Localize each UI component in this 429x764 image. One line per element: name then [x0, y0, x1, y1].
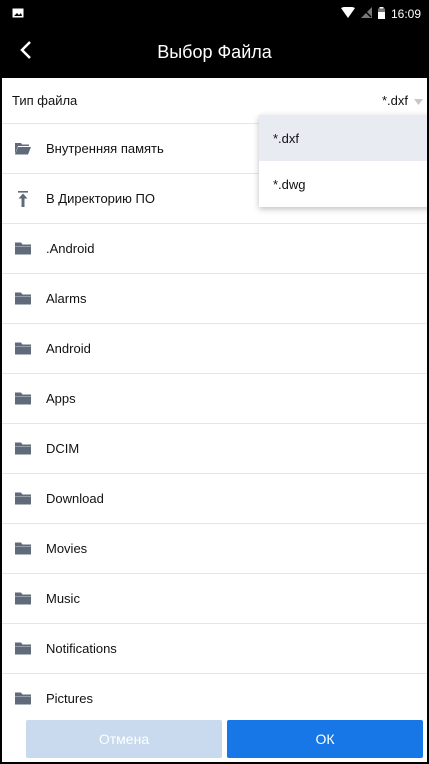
folder-icon	[14, 340, 32, 358]
list-item-label: Movies	[46, 541, 88, 556]
list-item-label: Apps	[46, 391, 76, 406]
folder-icon	[14, 290, 32, 308]
list-item-label: В Директорию ПО	[46, 191, 155, 206]
caret-down-icon	[414, 93, 423, 108]
status-right: 16:09	[340, 6, 421, 22]
upload-to-top-icon	[14, 190, 32, 208]
list-item-folder[interactable]: .Android	[2, 224, 427, 274]
app-bar: Выбор Файла	[2, 26, 427, 78]
list-item-folder[interactable]: Pictures	[2, 674, 427, 724]
list-item-folder[interactable]: DCIM	[2, 424, 427, 474]
ok-button[interactable]: ОК	[227, 720, 423, 758]
back-button[interactable]	[2, 26, 50, 78]
file-type-select[interactable]: *.dxf	[382, 93, 423, 108]
list-item-label: Notifications	[46, 641, 117, 656]
folder-icon	[14, 440, 32, 458]
dropdown-option-dwg[interactable]: *.dwg	[259, 161, 427, 207]
folder-icon	[14, 390, 32, 408]
list-item-folder[interactable]: Music	[2, 574, 427, 624]
list-item-label: Pictures	[46, 691, 93, 706]
list-item-label: DCIM	[46, 441, 80, 456]
list-item-folder[interactable]: Android	[2, 324, 427, 374]
cancel-button[interactable]: Отмена	[26, 720, 222, 758]
list-item-folder[interactable]: Download	[2, 474, 427, 524]
list-item-folder[interactable]: Movies	[2, 524, 427, 574]
list-item-label: Alarms	[46, 291, 87, 306]
page-title: Выбор Файла	[157, 41, 272, 62]
list-item-folder[interactable]: Apps	[2, 374, 427, 424]
list-item-label: Download	[46, 491, 104, 506]
notification-image-icon	[12, 7, 24, 21]
wifi-icon	[340, 6, 355, 21]
app-frame: 16:09 Выбор Файла Тип файла *.dxf Внутре…	[0, 0, 429, 764]
no-sim-icon	[360, 7, 372, 21]
file-type-value: *.dxf	[381, 93, 408, 108]
list-item-label: .Android	[46, 241, 95, 256]
status-bar: 16:09	[2, 2, 427, 26]
list-item-label: Внутренняя память	[46, 141, 164, 156]
clock-time: 16:09	[390, 7, 421, 21]
list-item-label: Music	[46, 591, 80, 606]
chevron-left-icon	[20, 40, 32, 64]
folder-icon	[14, 540, 32, 558]
folder-icon	[14, 240, 32, 258]
folder-open-icon	[14, 140, 32, 158]
status-left	[12, 7, 24, 21]
folder-icon	[14, 640, 32, 658]
dropdown-option-dxf[interactable]: *.dxf	[259, 115, 427, 161]
bottom-action-bar: Отмена ОК	[2, 720, 427, 762]
folder-icon	[14, 690, 32, 708]
file-type-dropdown: *.dxf *.dwg	[259, 115, 427, 207]
list-item-folder[interactable]: Alarms	[2, 274, 427, 324]
list-item-label: Android	[46, 341, 91, 356]
battery-icon	[377, 6, 385, 22]
file-list: Внутренняя память В Директорию ПО .Andro…	[2, 124, 427, 724]
list-item-folder[interactable]: Notifications	[2, 624, 427, 674]
folder-icon	[14, 490, 32, 508]
file-type-label: Тип файла	[12, 93, 78, 108]
folder-icon	[14, 590, 32, 608]
